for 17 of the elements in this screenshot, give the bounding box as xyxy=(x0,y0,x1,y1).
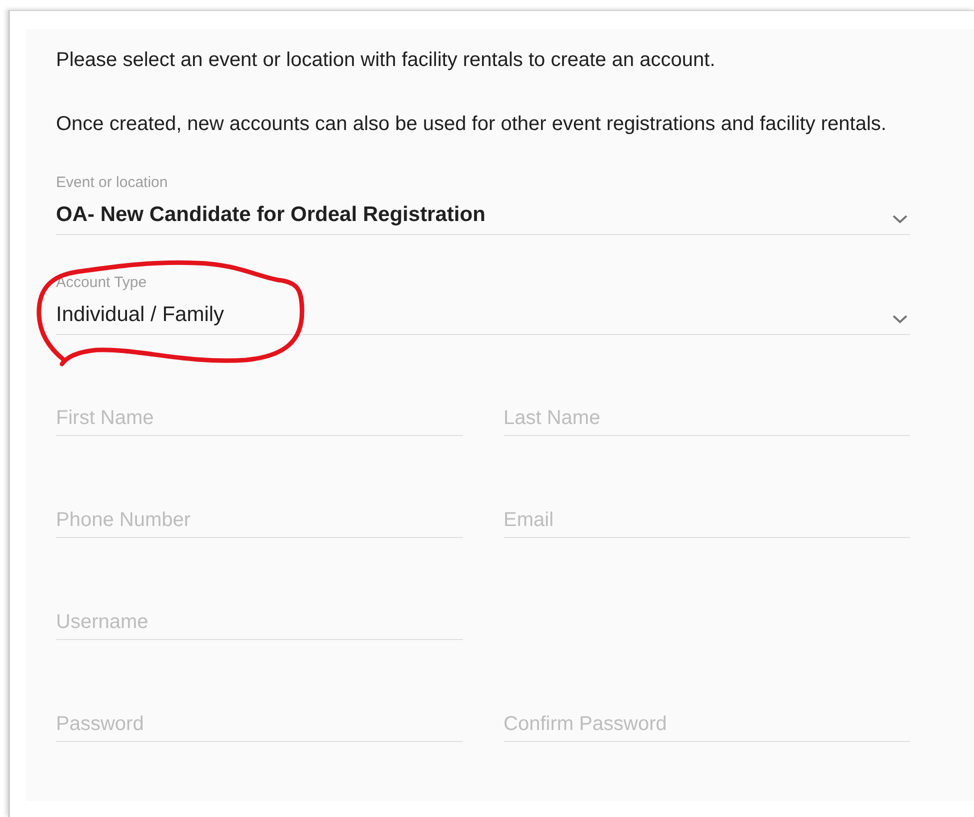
input-field[interactable]: Password xyxy=(56,707,462,742)
field-label: Account Type xyxy=(56,274,148,292)
dropdown-field[interactable]: Account Type Individual / Family xyxy=(56,274,910,335)
field-label: Event or location xyxy=(56,174,169,192)
field-value: OA- New Candidate for Ordeal Registration xyxy=(56,202,486,228)
input-field[interactable]: Username xyxy=(56,605,462,640)
input-field[interactable]: Phone Number xyxy=(56,503,462,538)
chevron-down-icon xyxy=(892,214,908,224)
input-field[interactable]: Email xyxy=(504,503,910,538)
chevron-down-icon xyxy=(892,314,908,324)
input-field[interactable]: Confirm Password xyxy=(504,707,910,742)
instruction-text: Please select an event or location with facility rentals to create an account. xyxy=(56,48,716,73)
input-field[interactable]: First Name xyxy=(56,401,462,436)
instruction-text: Once created, new accounts can also be used for other event registrations and facility rentals. xyxy=(56,112,888,137)
dropdown-field[interactable]: Event or location OA- New Candidate for Ordeal Registration xyxy=(56,174,910,235)
input-field[interactable]: Last Name xyxy=(504,401,910,436)
field-value: Individual / Family xyxy=(56,302,224,328)
